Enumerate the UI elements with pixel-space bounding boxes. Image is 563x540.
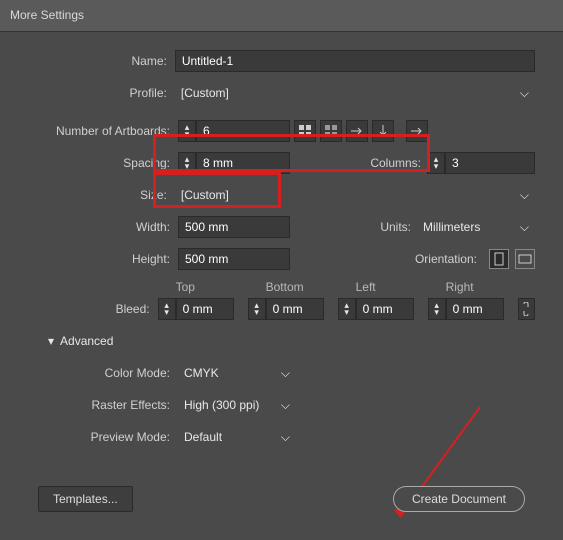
name-label: Name: [28, 54, 175, 68]
grid-by-row-icon[interactable] [294, 120, 316, 142]
color-mode-label: Color Mode: [28, 366, 178, 380]
bleed-label: Bleed: [28, 302, 158, 320]
size-value: [Custom] [181, 188, 229, 202]
spacing-input[interactable] [196, 152, 290, 174]
templates-button[interactable]: Templates... [38, 486, 133, 512]
width-label: Width: [28, 220, 178, 234]
artboards-label: Number of Artboards: [28, 124, 178, 138]
create-document-button[interactable]: Create Document [393, 486, 525, 512]
profile-value: [Custom] [181, 86, 229, 100]
bleed-right-stepper[interactable]: ▴▾ [428, 298, 446, 320]
landscape-icon[interactable] [515, 249, 535, 269]
preview-mode-label: Preview Mode: [28, 430, 178, 444]
raster-effects-label: Raster Effects: [28, 398, 178, 412]
bleed-bottom-label: Bottom [248, 280, 324, 294]
color-mode-value: CMYK [184, 366, 219, 380]
size-label: Size: [28, 188, 175, 202]
arrow-right-icon[interactable] [406, 120, 428, 142]
spacing-stepper[interactable]: ▴▾ [178, 152, 196, 174]
spacing-label: Spacing: [28, 156, 178, 170]
bleed-left-input[interactable] [356, 298, 414, 320]
bleed-right-label: Right [428, 280, 504, 294]
arrange-row-rl-icon[interactable] [372, 120, 394, 142]
bleed-top-input[interactable] [176, 298, 234, 320]
annotation-arrow [390, 402, 500, 532]
columns-stepper[interactable]: ▴▾ [427, 152, 445, 174]
chevron-down-icon: ⌵ [520, 220, 529, 235]
portrait-icon[interactable] [489, 249, 509, 269]
advanced-toggle[interactable]: ▾ Advanced [48, 334, 535, 348]
profile-select[interactable]: [Custom] ⌵ [175, 82, 535, 104]
width-input[interactable] [178, 216, 290, 238]
columns-input[interactable] [445, 152, 535, 174]
raster-effects-select[interactable]: High (300 ppi) ⌵ [178, 394, 296, 416]
artboards-input[interactable] [196, 120, 290, 142]
bleed-left-stepper[interactable]: ▴▾ [338, 298, 356, 320]
color-mode-select[interactable]: CMYK ⌵ [178, 362, 296, 384]
profile-label: Profile: [28, 86, 175, 100]
units-label: Units: [380, 220, 417, 234]
units-select[interactable]: Millimeters ⌵ [417, 216, 535, 238]
artboards-stepper[interactable]: ▴▾ [178, 120, 196, 142]
triangle-down-icon: ▾ [48, 334, 54, 348]
height-input[interactable] [178, 248, 290, 270]
link-icon[interactable] [518, 298, 535, 320]
preview-mode-select[interactable]: Default ⌵ [178, 426, 296, 448]
bleed-left-label: Left [338, 280, 414, 294]
chevron-down-icon: ⌵ [281, 430, 290, 445]
advanced-label: Advanced [60, 334, 113, 348]
height-label: Height: [28, 252, 178, 266]
preview-mode-value: Default [184, 430, 222, 444]
raster-effects-value: High (300 ppi) [184, 398, 259, 412]
chevron-down-icon: ⌵ [281, 366, 290, 381]
bleed-bottom-stepper[interactable]: ▴▾ [248, 298, 266, 320]
grid-by-column-icon[interactable] [320, 120, 342, 142]
chevron-down-icon: ⌵ [520, 86, 529, 101]
size-select[interactable]: [Custom] ⌵ [175, 184, 535, 206]
units-value: Millimeters [423, 220, 480, 234]
window-title: More Settings [0, 0, 563, 32]
bleed-top-label: Top [158, 280, 234, 294]
bleed-right-input[interactable] [446, 298, 504, 320]
bleed-bottom-input[interactable] [266, 298, 324, 320]
chevron-down-icon: ⌵ [281, 398, 290, 413]
chevron-down-icon: ⌵ [520, 188, 529, 203]
name-input[interactable] [175, 50, 535, 72]
orientation-label: Orientation: [415, 252, 483, 266]
columns-label: Columns: [370, 156, 427, 170]
bleed-top-stepper[interactable]: ▴▾ [158, 298, 176, 320]
arrange-row-lr-icon[interactable] [346, 120, 368, 142]
